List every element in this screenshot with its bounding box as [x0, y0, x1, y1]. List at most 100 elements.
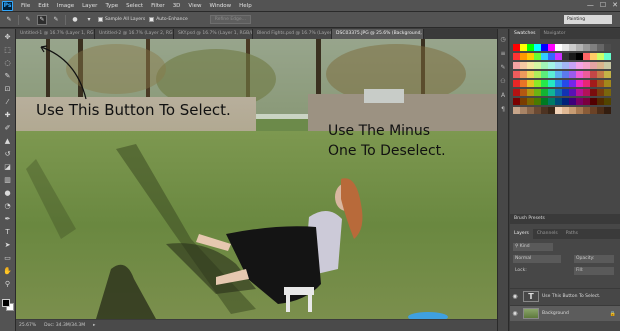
layer-row[interactable]: ◉ T Use This Button To Select. [510, 288, 620, 304]
tab-paths[interactable]: Paths [562, 229, 582, 239]
color-swatch[interactable] [534, 44, 541, 51]
menu-help[interactable]: Help [235, 3, 256, 9]
chevron-down-icon[interactable]: ▾ [84, 15, 94, 25]
menu-file[interactable]: File [17, 3, 34, 9]
color-swatch[interactable] [520, 71, 527, 78]
tab-swatches[interactable]: Swatches [510, 29, 540, 39]
document-canvas[interactable]: Use This Button To Select. Use The Minus… [16, 39, 506, 319]
color-swatch[interactable] [520, 80, 527, 87]
eyedropper-tool-icon[interactable]: ⁄ [3, 97, 13, 107]
color-swatch[interactable] [534, 107, 541, 114]
color-swatch[interactable] [576, 71, 583, 78]
color-swatch[interactable] [548, 53, 555, 60]
color-swatch[interactable] [527, 89, 534, 96]
color-swatch[interactable] [590, 80, 597, 87]
color-swatch[interactable] [604, 89, 611, 96]
color-swatch[interactable] [548, 62, 555, 69]
layer-filter-select[interactable]: ⚲ Kind [513, 243, 553, 251]
eye-icon[interactable]: ◉ [510, 293, 520, 300]
color-swatch[interactable] [541, 89, 548, 96]
color-swatch[interactable] [604, 44, 611, 51]
color-swatch[interactable] [534, 62, 541, 69]
color-swatch[interactable] [569, 98, 576, 105]
color-swatch[interactable] [555, 89, 562, 96]
color-swatch[interactable] [555, 44, 562, 51]
color-swatch[interactable] [541, 98, 548, 105]
color-swatch[interactable] [604, 80, 611, 87]
color-swatch[interactable] [534, 89, 541, 96]
color-swatch[interactable] [562, 53, 569, 60]
color-swatch[interactable] [548, 80, 555, 87]
swatch-grid[interactable] [513, 44, 611, 116]
color-swatch[interactable] [541, 71, 548, 78]
color-swatch[interactable] [597, 53, 604, 60]
color-swatch[interactable] [527, 71, 534, 78]
color-swatch[interactable] [569, 44, 576, 51]
character-icon[interactable]: A [499, 91, 507, 99]
clone-stamp-tool-icon[interactable]: ▲ [3, 136, 13, 146]
clone-source-icon[interactable]: ⚇ [499, 77, 507, 85]
color-swatch[interactable] [555, 71, 562, 78]
workspace-select[interactable]: Painting [564, 15, 612, 24]
hand-tool-icon[interactable]: ✋ [3, 266, 13, 276]
color-swatch[interactable] [555, 53, 562, 60]
color-swatch[interactable] [513, 62, 520, 69]
path-selection-tool-icon[interactable]: ➤ [3, 240, 13, 250]
color-swatch[interactable] [562, 71, 569, 78]
color-swatch[interactable] [548, 89, 555, 96]
eye-icon[interactable]: ◉ [510, 310, 520, 317]
doc-tab[interactable]: Untitled-2 @ 16.7% (Layer 2, RGB/8) [95, 29, 174, 39]
auto-enhance-checkbox[interactable]: Auto-Enhance [149, 17, 188, 22]
color-swatch[interactable] [527, 53, 534, 60]
layer-name[interactable]: Use This Button To Select. [542, 294, 600, 299]
color-swatch[interactable] [562, 98, 569, 105]
brush-presets-header[interactable]: Brush Presets [510, 214, 620, 224]
brush-size-icon[interactable]: ● [70, 15, 80, 25]
color-swatch[interactable] [520, 98, 527, 105]
menu-edit[interactable]: Edit [34, 3, 53, 9]
color-swatch[interactable] [590, 71, 597, 78]
zoom-level[interactable]: 25.67% [19, 323, 36, 328]
color-swatch[interactable] [597, 44, 604, 51]
color-swatch[interactable] [520, 53, 527, 60]
menu-window[interactable]: Window [205, 3, 235, 9]
color-swatch[interactable] [583, 80, 590, 87]
color-swatch[interactable] [590, 89, 597, 96]
color-swatch[interactable] [597, 62, 604, 69]
color-swatches[interactable] [2, 299, 14, 311]
color-swatch[interactable] [555, 62, 562, 69]
color-swatch[interactable] [520, 44, 527, 51]
color-swatch[interactable] [569, 62, 576, 69]
color-swatch[interactable] [527, 107, 534, 114]
color-swatch[interactable] [590, 107, 597, 114]
color-swatch[interactable] [562, 89, 569, 96]
color-swatch[interactable] [548, 71, 555, 78]
color-swatch[interactable] [604, 71, 611, 78]
color-swatch[interactable] [597, 71, 604, 78]
color-swatch[interactable] [555, 107, 562, 114]
color-swatch[interactable] [527, 62, 534, 69]
color-swatch[interactable] [597, 89, 604, 96]
color-swatch[interactable] [534, 71, 541, 78]
color-swatch[interactable] [569, 80, 576, 87]
color-swatch[interactable] [604, 53, 611, 60]
color-swatch[interactable] [555, 98, 562, 105]
history-icon[interactable]: ◷ [499, 35, 507, 43]
color-swatch[interactable] [513, 98, 520, 105]
marquee-tool-icon[interactable]: ⬚ [3, 45, 13, 55]
crop-tool-icon[interactable]: ⊡ [3, 84, 13, 94]
color-swatch[interactable] [576, 107, 583, 114]
color-swatch[interactable] [576, 80, 583, 87]
color-swatch[interactable] [513, 44, 520, 51]
color-swatch[interactable] [597, 80, 604, 87]
menu-select[interactable]: Select [122, 3, 147, 9]
sample-all-layers-checkbox[interactable]: Sample All Layers [98, 17, 145, 22]
brush-tool-icon[interactable]: ✐ [3, 123, 13, 133]
color-swatch[interactable] [513, 71, 520, 78]
zoom-tool-icon[interactable]: ⚲ [3, 279, 13, 289]
color-swatch[interactable] [534, 80, 541, 87]
quick-selection-tool-icon[interactable]: ✎ [3, 71, 13, 81]
menu-filter[interactable]: Filter [147, 3, 169, 9]
doc-tab[interactable]: Blend Fights.psd @ 16.7% (Layer 1, RGB/8… [253, 29, 332, 39]
color-swatch[interactable] [583, 53, 590, 60]
